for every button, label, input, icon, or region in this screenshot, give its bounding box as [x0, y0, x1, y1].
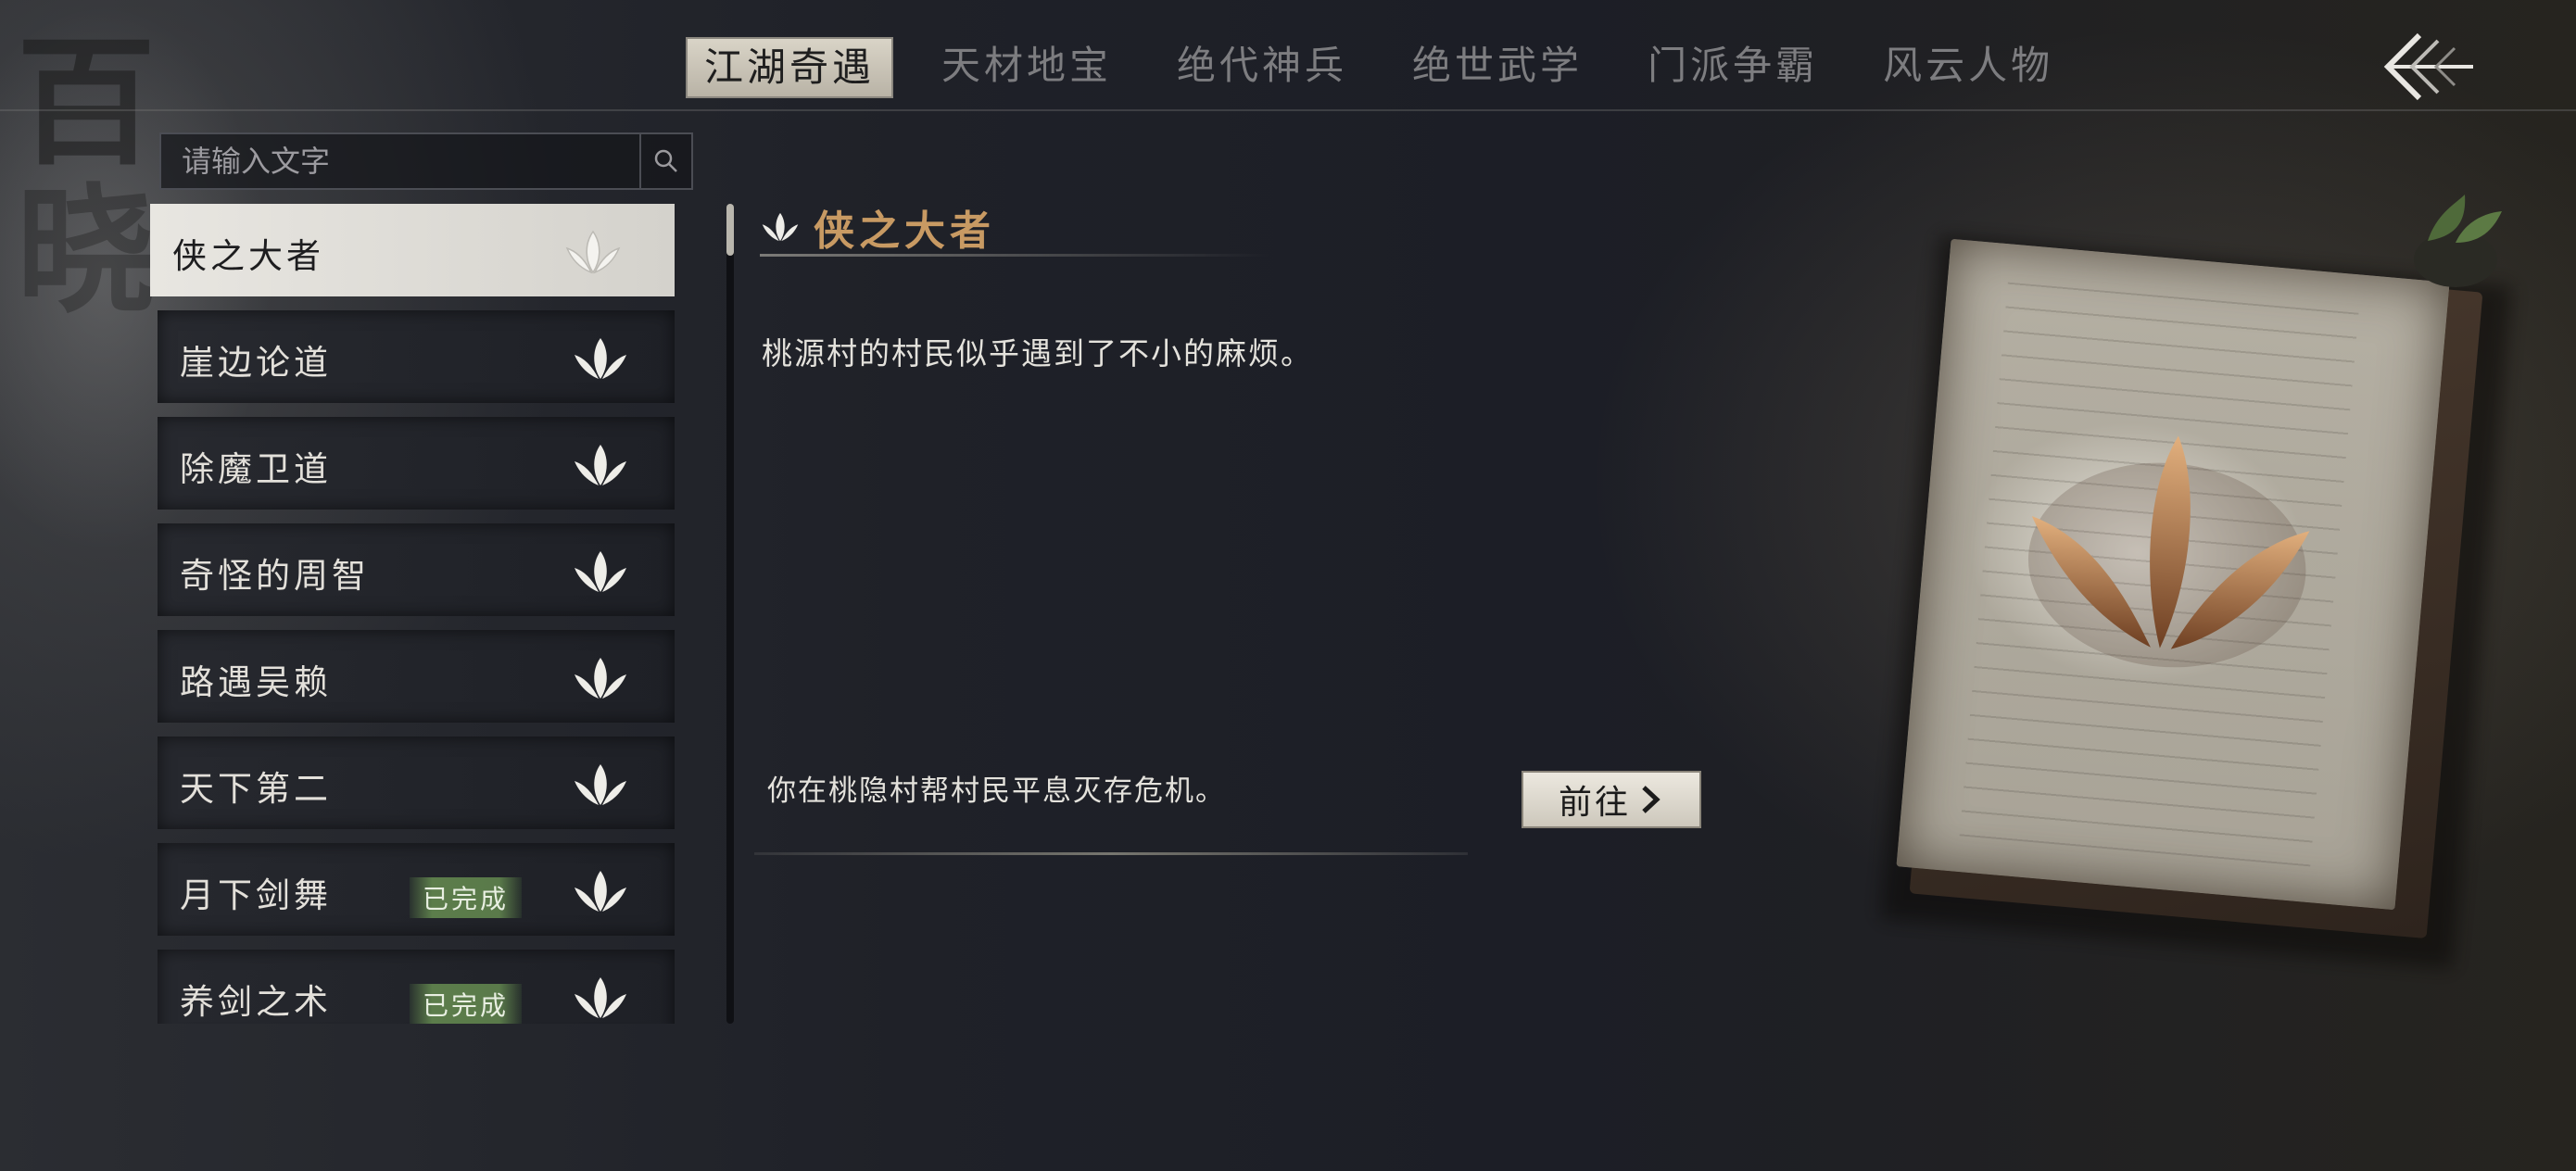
category-tabs: 江湖奇遇 天材地宝 绝代神兵 绝世武学 门派争霸 风云人物 [686, 37, 2070, 98]
quest-description: 桃源村的村民似乎遇到了不小的麻烦。 [762, 335, 1313, 371]
quest-list: 侠之大者 崖边论道 除魔卫道 奇怪的周智 路遇吴赖 天下第二 月下剑舞 已完成 … [150, 204, 675, 1024]
lotus-icon [575, 445, 626, 485]
quest-detail-title: 侠之大者 [814, 208, 995, 255]
goto-button-label: 前往 [1558, 784, 1631, 822]
goto-button[interactable]: 前往 [1522, 771, 1701, 828]
tab-tiancai-dibao[interactable]: 天材地宝 [925, 37, 1129, 94]
completed-badge: 已完成 [410, 877, 523, 918]
completed-badge: 已完成 [410, 984, 523, 1024]
quest-item-tian-xia-di-er[interactable]: 天下第二 [158, 737, 675, 829]
goal-divider [754, 852, 1468, 855]
quest-label: 除魔卫道 [180, 449, 332, 489]
tab-menpai-zhengba[interactable]: 门派争霸 [1631, 37, 1835, 94]
tab-jueshi-wuxue[interactable]: 绝世武学 [1395, 37, 1599, 94]
lotus-emblem-icon [2027, 435, 2310, 668]
top-nav-bar: 江湖奇遇 天材地宝 绝代神兵 绝世武学 门派争霸 风云人物 [0, 0, 2576, 111]
quest-goal: 你在桃隐村帮村民平息灭存危机。 [767, 774, 1226, 808]
search-box [159, 132, 693, 190]
lotus-icon [762, 212, 799, 242]
lotus-icon [575, 764, 626, 805]
lotus-icon [575, 338, 626, 379]
quest-label: 养剑之术 [180, 982, 332, 1022]
back-arrow-icon [2383, 32, 2473, 101]
quest-detail-header: 侠之大者 [760, 195, 995, 259]
quest-label: 侠之大者 [172, 236, 324, 276]
quest-item-lu-yu-wu-lai[interactable]: 路遇吴赖 [158, 630, 675, 723]
search-input[interactable] [161, 134, 639, 188]
quest-label: 月下剑舞 [180, 875, 332, 915]
scrollbar-thumb[interactable] [726, 204, 734, 256]
tab-jianghu-qiyu[interactable]: 江湖奇遇 [686, 37, 894, 98]
quest-item-xia-zhi-da-zhe[interactable]: 侠之大者 [150, 204, 675, 296]
calligraphy-char: 晓 [17, 170, 157, 333]
quest-item-ya-bian-lun-dao[interactable]: 崖边论道 [158, 310, 675, 403]
quest-label: 崖边论道 [180, 343, 332, 383]
potted-plant-icon [2414, 195, 2502, 287]
quest-label: 天下第二 [180, 769, 332, 809]
lotus-icon [575, 658, 626, 699]
chevron-right-icon [1642, 786, 1661, 813]
title-divider [760, 254, 1269, 257]
search-icon [654, 149, 677, 172]
quest-item-yang-jian-zhi-shu[interactable]: 养剑之术 已完成 [158, 950, 675, 1024]
quest-label: 奇怪的周智 [180, 556, 370, 596]
lotus-icon [575, 871, 626, 912]
back-button[interactable] [2377, 28, 2479, 111]
tab-juedai-shenbing[interactable]: 绝代神兵 [1160, 37, 1364, 94]
quest-item-qi-guai-de-zhou-zhi[interactable]: 奇怪的周智 [158, 523, 675, 616]
tab-fengyun-renwu[interactable]: 风云人物 [1866, 37, 2070, 94]
quest-list-scrollbar[interactable] [726, 204, 734, 1024]
quest-label: 路遇吴赖 [180, 662, 332, 702]
lotus-icon [575, 977, 626, 1018]
quest-item-yue-xia-jian-wu[interactable]: 月下剑舞 已完成 [158, 843, 675, 936]
quest-item-chu-mo-wei-dao[interactable]: 除魔卫道 [158, 417, 675, 510]
search-button[interactable] [639, 134, 691, 188]
lotus-icon [575, 551, 626, 592]
lotus-icon [565, 230, 621, 274]
